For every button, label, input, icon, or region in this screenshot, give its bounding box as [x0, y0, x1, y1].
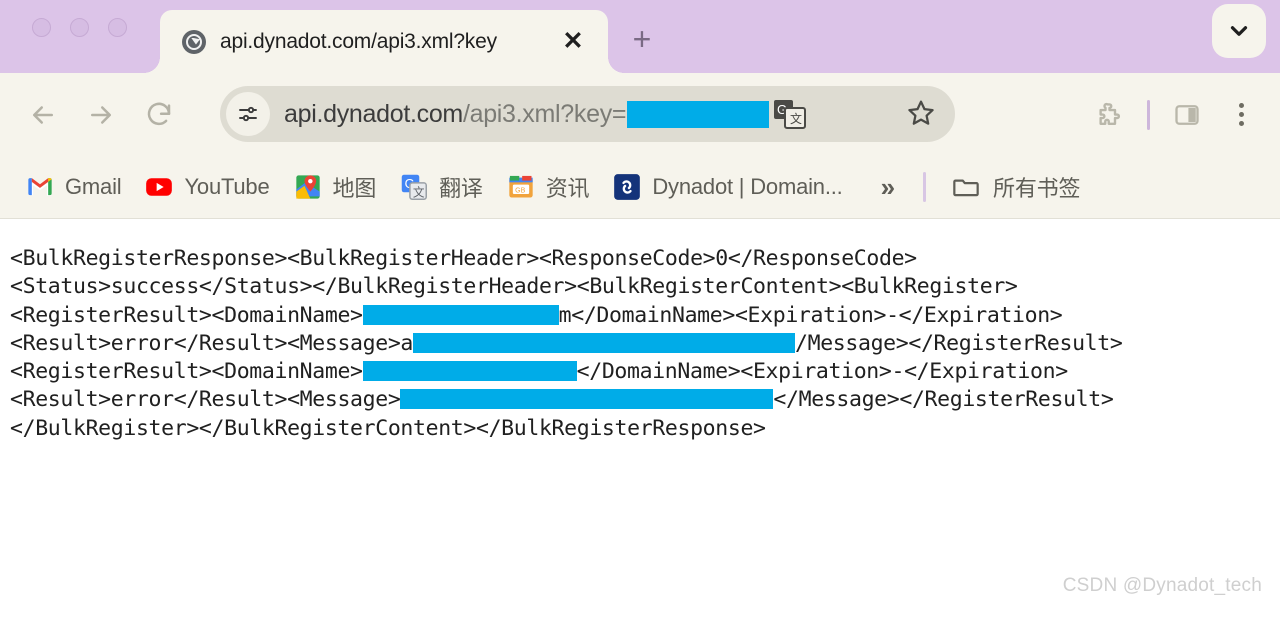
- xml-line: <RegisterResult><DomainName> </DomainName…: [10, 358, 1280, 386]
- bookmark-label: 资讯: [545, 176, 590, 201]
- browser-window: api.dynadot.com/api3.xml?key ✕ + api.dyn…: [0, 0, 1280, 617]
- url-host: api.dynadot.com: [284, 99, 463, 128]
- all-bookmarks-label: 所有书签: [993, 176, 1081, 201]
- xml-text: </DomainName><Expiration>-</Expiration>: [576, 359, 1069, 385]
- xml-text: /Message></RegisterResult>: [795, 330, 1123, 356]
- bookmark-button[interactable]: [905, 97, 939, 131]
- reload-icon: [147, 102, 171, 125]
- url-text: api.dynadot.com/api3.xml?key=: [284, 99, 770, 129]
- bookmark-item-translate[interactable]: G 文 翻译: [388, 165, 495, 209]
- bookmark-label: 翻译: [439, 176, 483, 201]
- new-tab-button[interactable]: +: [626, 23, 658, 55]
- bookmark-item-news[interactable]: GB 资讯: [495, 165, 602, 209]
- reload-button[interactable]: [138, 94, 180, 136]
- bookmarks-divider: [923, 172, 927, 202]
- xml-line: </BulkRegister></BulkRegisterContent></B…: [10, 415, 1280, 443]
- xml-response-body: <BulkRegisterResponse><BulkRegisterHeade…: [10, 245, 1280, 443]
- arrow-right-icon: [91, 105, 111, 124]
- toolbar-right-actions: [1087, 73, 1280, 156]
- xml-line: <BulkRegisterResponse><BulkRegisterHeade…: [10, 245, 1280, 273]
- chevron-down-icon: [1230, 26, 1248, 36]
- bookmark-label: Gmail: [65, 174, 122, 199]
- folder-icon: [953, 179, 979, 197]
- xml-text: <Status>success</Status></BulkRegisterHe…: [10, 274, 1018, 300]
- extensions-button[interactable]: [1087, 92, 1133, 138]
- xml-text: <Result>error</Result><Message>: [10, 387, 401, 413]
- side-panel-icon: [1175, 104, 1199, 125]
- translate-icon: G 文: [774, 100, 807, 129]
- address-bar[interactable]: api.dynadot.com/api3.xml?key= G 文: [220, 86, 955, 142]
- bookmark-label: YouTube: [184, 174, 270, 199]
- redaction-block: [400, 389, 774, 410]
- xml-text: </Message></RegisterResult>: [773, 387, 1114, 413]
- watermark: CSDN @Dynadot_tech: [1062, 575, 1262, 596]
- svg-text:文: 文: [413, 185, 425, 199]
- xml-text: <RegisterResult><DomainName>: [10, 359, 363, 385]
- google-translate-icon: G 文: [401, 174, 428, 201]
- close-icon[interactable]: ✕: [560, 29, 586, 55]
- three-dot-menu-icon: [1238, 112, 1244, 117]
- window-maximize-button[interactable]: [108, 18, 127, 37]
- three-dot-menu-icon: [1238, 121, 1244, 126]
- bookmarks-overflow-button[interactable]: »: [869, 168, 907, 207]
- dynadot-icon: [614, 174, 641, 200]
- google-news-icon: GB: [509, 175, 533, 198]
- bookmark-item-youtube[interactable]: YouTube: [133, 167, 281, 207]
- bookmarks-bar: Gmail YouTube 地图 G 文: [0, 156, 1280, 219]
- xml-text: <BulkRegisterResponse><BulkRegisterHeade…: [10, 246, 917, 271]
- gmail-icon: [28, 178, 52, 196]
- youtube-icon: [146, 178, 173, 196]
- url-path: /api3.xml?key=: [462, 99, 627, 128]
- toolbar-divider: [1147, 99, 1150, 130]
- bookmark-item-gmail[interactable]: Gmail: [14, 167, 133, 207]
- xml-line: <Result>error</Result><Message> </Message…: [10, 386, 1280, 414]
- redaction-block: [413, 332, 796, 353]
- star-icon: [908, 100, 934, 125]
- back-button[interactable]: [22, 94, 64, 136]
- xml-text: <RegisterResult><DomainName>: [10, 302, 363, 328]
- window-controls: [32, 18, 127, 37]
- window-close-button[interactable]: [32, 18, 51, 37]
- xml-text: <Result>error</Result><Message>a: [10, 330, 414, 356]
- tab-title: api.dynadot.com/api3.xml?key: [220, 29, 497, 53]
- svg-text:文: 文: [790, 111, 802, 126]
- browser-toolbar: api.dynadot.com/api3.xml?key= G 文: [0, 73, 1280, 156]
- bookmark-item-maps[interactable]: 地图: [282, 165, 389, 209]
- translate-button[interactable]: G 文: [773, 99, 807, 129]
- bookmark-item-dynadot[interactable]: Dynadot | Domain...: [601, 167, 854, 207]
- redaction-block: [362, 361, 577, 382]
- all-bookmarks-button[interactable]: 所有书签: [942, 165, 1090, 209]
- puzzle-piece-icon: [1099, 102, 1120, 125]
- page-content: <BulkRegisterResponse><BulkRegisterHeade…: [0, 219, 1280, 614]
- globe-icon: [182, 29, 206, 54]
- google-maps-icon: [295, 175, 320, 199]
- xml-line: <Status>success</Status></BulkRegisterHe…: [10, 273, 1280, 301]
- browser-menu-button[interactable]: [1218, 92, 1264, 138]
- forward-button[interactable]: [80, 94, 122, 136]
- tune-icon: [239, 106, 257, 122]
- window-minimize-button[interactable]: [70, 18, 89, 37]
- site-info-button[interactable]: [226, 92, 270, 136]
- three-dot-menu-icon: [1238, 103, 1244, 108]
- xml-line: <Result>error</Result><Message>a/Message…: [10, 330, 1280, 358]
- xml-text: </BulkRegister></BulkRegisterContent></B…: [10, 415, 766, 441]
- bookmark-label: 地图: [332, 176, 377, 201]
- bookmark-label: Dynadot | Domain...: [652, 174, 843, 199]
- url-redaction-block: [627, 100, 770, 128]
- tab-strip: api.dynadot.com/api3.xml?key ✕ +: [0, 0, 1280, 73]
- xml-text: m</DomainName><Expiration>-</Expiration>: [558, 302, 1063, 328]
- svg-text:GB: GB: [515, 187, 525, 194]
- side-panel-button[interactable]: [1164, 92, 1210, 138]
- xml-line: <RegisterResult><DomainName> m</DomainNam…: [10, 302, 1280, 330]
- browser-tab-active[interactable]: api.dynadot.com/api3.xml?key ✕: [160, 10, 608, 73]
- arrow-left-icon: [33, 105, 53, 124]
- redaction-block: [362, 304, 559, 325]
- tab-search-button[interactable]: [1212, 4, 1266, 58]
